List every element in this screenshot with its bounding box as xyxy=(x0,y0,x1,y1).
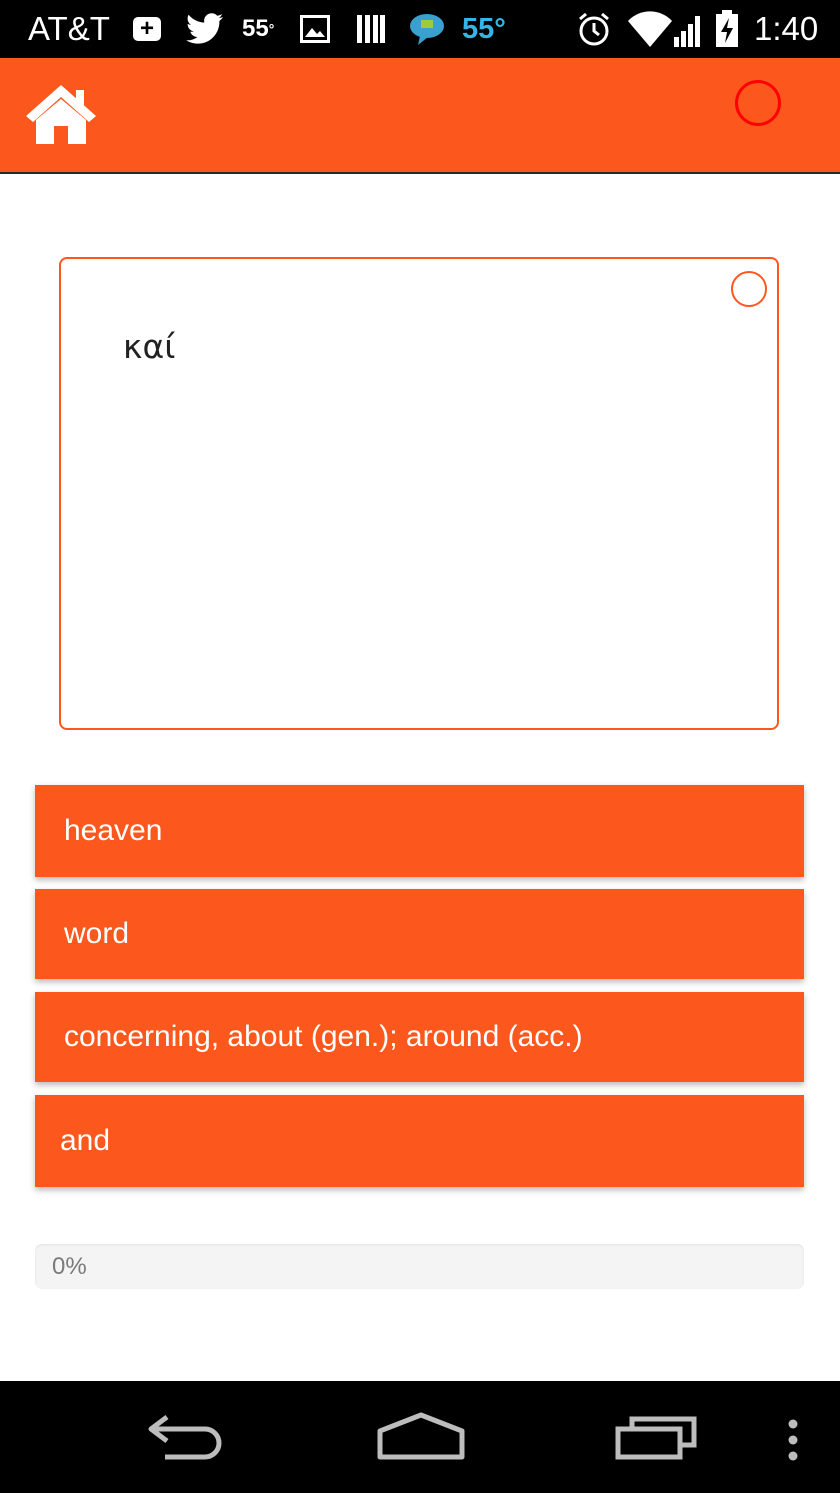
flash-card: καί xyxy=(59,257,779,730)
navigation-bar xyxy=(0,1381,840,1493)
plus-notification-icon: + xyxy=(133,0,161,58)
weather-temperature-small: 55 ° xyxy=(242,15,275,42)
back-icon[interactable] xyxy=(145,1409,229,1470)
weather-temperature-large: 55° xyxy=(462,12,506,45)
chat-bubble-icon xyxy=(408,0,446,58)
image-icon xyxy=(300,0,330,58)
answer-option-button[interactable]: heaven xyxy=(35,785,804,877)
carrier-label: AT&T xyxy=(28,10,110,47)
battery-charging-icon xyxy=(714,0,740,58)
library-books-icon xyxy=(356,0,386,58)
status-circle-icon[interactable] xyxy=(735,80,781,126)
app-bar xyxy=(0,58,840,174)
card-term: καί xyxy=(123,327,176,366)
twitter-bird-icon xyxy=(186,0,224,58)
alarm-clock-icon xyxy=(576,0,612,58)
answer-option-button[interactable]: and xyxy=(35,1095,804,1187)
home-outline-icon[interactable] xyxy=(376,1409,466,1470)
overflow-menu-icon[interactable] xyxy=(786,1419,800,1466)
wifi-signal-icon xyxy=(626,0,706,58)
answer-option-button[interactable]: concerning, about (gen.); around (acc.) xyxy=(35,992,804,1082)
clock: 1:40 xyxy=(754,10,819,47)
answer-option-button[interactable]: word xyxy=(35,889,804,979)
home-icon[interactable] xyxy=(24,82,98,146)
progress-label: 0% xyxy=(52,1252,87,1280)
status-bar: AT&T + 55 ° 55° 1:40 xyxy=(0,0,840,58)
recent-apps-icon[interactable] xyxy=(614,1409,698,1470)
progress-bar: 0% xyxy=(35,1244,804,1289)
card-circle-icon[interactable] xyxy=(731,271,767,307)
